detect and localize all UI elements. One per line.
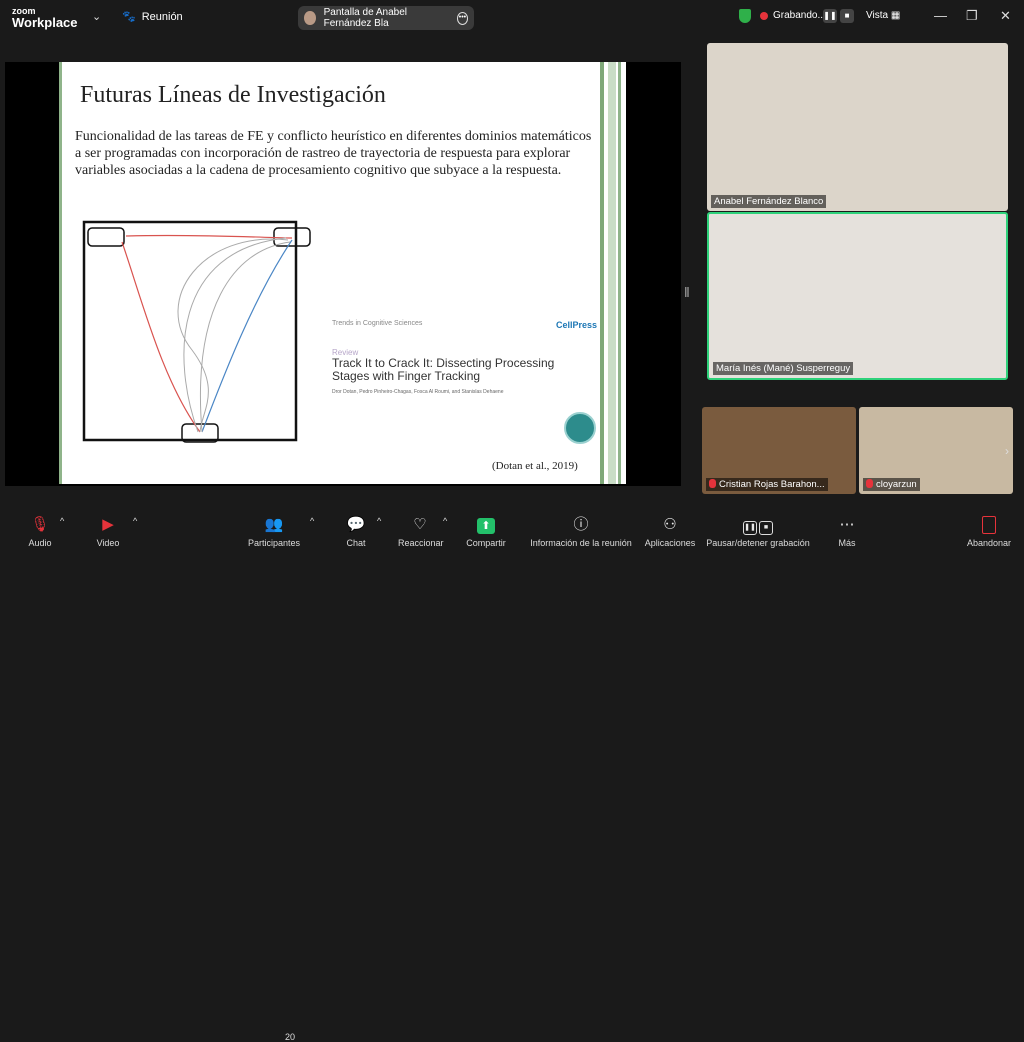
pause-recording-button[interactable]: ❚❚ xyxy=(823,9,837,23)
info-icon: ⓘ xyxy=(573,516,589,533)
view-button[interactable]: Vista ▦ xyxy=(866,10,900,21)
participants-icon: 👥 xyxy=(264,516,284,533)
video-tile-cristian[interactable]: Cristian Rojas Barahon... xyxy=(702,407,856,494)
participants-count: 20 xyxy=(285,1032,296,1042)
shared-slide: Futuras Líneas de Investigación Funciona… xyxy=(59,62,626,484)
participants-options-caret[interactable]: ^ xyxy=(310,516,314,526)
trajectory-gray-2 xyxy=(200,241,291,433)
meeting-toolbar: 🎙 Audio ^ ▶ Video ^ 👥 Participantes 20 ^… xyxy=(0,512,1024,1042)
trajectory-blue xyxy=(201,239,293,433)
participant-name: Cristian Rojas Barahon... xyxy=(719,479,825,490)
finger-tracking-diagram xyxy=(82,220,311,443)
chat-icon: 💬 xyxy=(346,516,366,533)
stop-recording-button[interactable]: ■ xyxy=(840,9,854,23)
start-box-right xyxy=(273,227,311,247)
logo-line-2: Workplace xyxy=(12,15,78,30)
video-tile-maria[interactable]: María Inés (Mané) Susperreguy xyxy=(707,212,1008,380)
record-label: Pausar/detener grabación xyxy=(706,538,810,548)
video-label: Video xyxy=(96,538,120,548)
react-options-caret[interactable]: ^ xyxy=(443,516,447,526)
slide-border-right-light xyxy=(608,62,616,484)
zoom-logo: zoom Workplace xyxy=(12,6,78,30)
more-options-icon[interactable]: ••• xyxy=(456,11,468,25)
meeting-menu[interactable]: 🐾 Reunión xyxy=(122,10,183,24)
leave-button[interactable]: Abandonar xyxy=(966,516,1012,548)
info-label: Información de la reunión xyxy=(530,538,632,548)
recording-label: Grabando... xyxy=(773,10,826,21)
start-box-left xyxy=(87,227,125,247)
video-button[interactable]: ▶ Video xyxy=(92,516,124,548)
more-icon: ⋯ xyxy=(839,516,855,533)
video-off-icon: ▶ xyxy=(102,516,114,533)
slide-title: Futuras Líneas de Investigación xyxy=(80,82,386,108)
meeting-info-button[interactable]: ⓘ Información de la reunión xyxy=(528,516,634,548)
leave-icon xyxy=(966,516,1012,534)
participants-label: Participantes xyxy=(247,538,301,548)
splitter-handle[interactable]: ‖ xyxy=(684,284,690,300)
chat-options-caret[interactable]: ^ xyxy=(377,516,381,526)
screen-share-indicator[interactable]: Pantalla de Anabel Fernández Bla ••• xyxy=(298,6,474,30)
share-label: Pantalla de Anabel Fernández Bla xyxy=(323,7,407,29)
meeting-label: Reunión xyxy=(141,10,183,23)
chevron-right-icon[interactable]: › xyxy=(1005,444,1009,458)
video-tile-cloyarzun[interactable]: cloyarzun xyxy=(859,407,1013,494)
audio-label: Audio xyxy=(28,538,52,548)
mic-muted-icon xyxy=(866,479,873,488)
record-control-button[interactable]: ❚❚ ■ Pausar/detener grabación xyxy=(706,516,810,548)
audio-button[interactable]: 🎙 Audio xyxy=(24,516,56,548)
slide-citation: (Dotan et al., 2019) xyxy=(492,460,578,472)
more-label: Más xyxy=(838,538,856,548)
trajectory-gray-1 xyxy=(177,238,289,433)
avatar xyxy=(304,11,316,25)
apps-label: Aplicaciones xyxy=(644,538,696,548)
participant-name: María Inés (Mané) Susperreguy xyxy=(713,362,854,375)
slide-border-right-dark xyxy=(618,62,621,484)
paw-icon: 🐾 xyxy=(122,11,136,23)
trajectory-red-top xyxy=(125,234,293,239)
leave-label: Abandonar xyxy=(966,538,1012,548)
slide-body: Funcionalidad de las tareas de FE y conf… xyxy=(75,129,592,178)
paper-authors: Dror Dotan, Pedro Pinheiro-Chagas, Fosca… xyxy=(332,389,504,395)
participant-name-tag: cloyarzun xyxy=(863,478,920,491)
slide-border-left xyxy=(59,62,62,484)
share-icon: ⬆ xyxy=(464,516,508,534)
chat-button[interactable]: 💬 Chat xyxy=(342,516,370,548)
title-bar: zoom Workplace ⌄ 🐾 Reunión Pantalla de A… xyxy=(0,0,1024,34)
publisher-logo: CellPress xyxy=(556,320,598,330)
apps-button[interactable]: ⚇ Aplicaciones xyxy=(644,516,696,548)
trajectory-gray-3 xyxy=(183,237,287,433)
mic-muted-icon: 🎙 xyxy=(30,516,50,533)
mic-muted-icon xyxy=(709,479,716,488)
trajectory-red xyxy=(121,241,201,433)
participants-button[interactable]: 👥 Participantes xyxy=(246,516,302,548)
pause-stop-icon: ❚❚ ■ xyxy=(706,516,810,535)
participant-name: Anabel Fernández Blanco xyxy=(711,195,827,208)
chevron-down-icon[interactable]: ⌄ xyxy=(92,10,101,23)
audio-options-caret[interactable]: ^ xyxy=(60,516,64,526)
shield-icon[interactable] xyxy=(739,9,751,23)
react-label: Reaccionar xyxy=(398,538,444,548)
grid-icon: ▦ xyxy=(890,10,901,21)
close-icon[interactable]: ✕ xyxy=(1000,8,1011,24)
heart-icon: ♡ xyxy=(413,516,427,533)
recording-dot-icon xyxy=(760,11,768,20)
chat-label: Chat xyxy=(346,538,366,548)
apps-icon: ⚇ xyxy=(663,516,677,533)
more-button[interactable]: ⋯ Más xyxy=(836,516,858,548)
react-button[interactable]: ♡ Reaccionar xyxy=(398,516,444,548)
paper-reference: Trends in Cognitive Sciences CellPress R… xyxy=(332,320,602,395)
video-options-caret[interactable]: ^ xyxy=(133,516,137,526)
participant-name: cloyarzun xyxy=(876,479,917,490)
participant-name-tag: Cristian Rojas Barahon... xyxy=(706,478,828,491)
slide-border-right xyxy=(600,62,604,484)
video-tile-anabel[interactable]: Anabel Fernández Blanco xyxy=(707,43,1008,211)
view-label: Vista xyxy=(866,10,889,21)
restore-icon[interactable]: ❐ xyxy=(966,8,978,24)
brain-logo-icon xyxy=(564,412,596,444)
minimize-icon[interactable]: — xyxy=(934,8,947,23)
recording-indicator: Grabando... xyxy=(760,10,826,21)
paper-title: Track It to Crack It: Dissecting Process… xyxy=(332,356,555,383)
share-label: Compartir xyxy=(466,538,506,548)
share-screen-button[interactable]: ⬆ Compartir xyxy=(464,516,508,548)
